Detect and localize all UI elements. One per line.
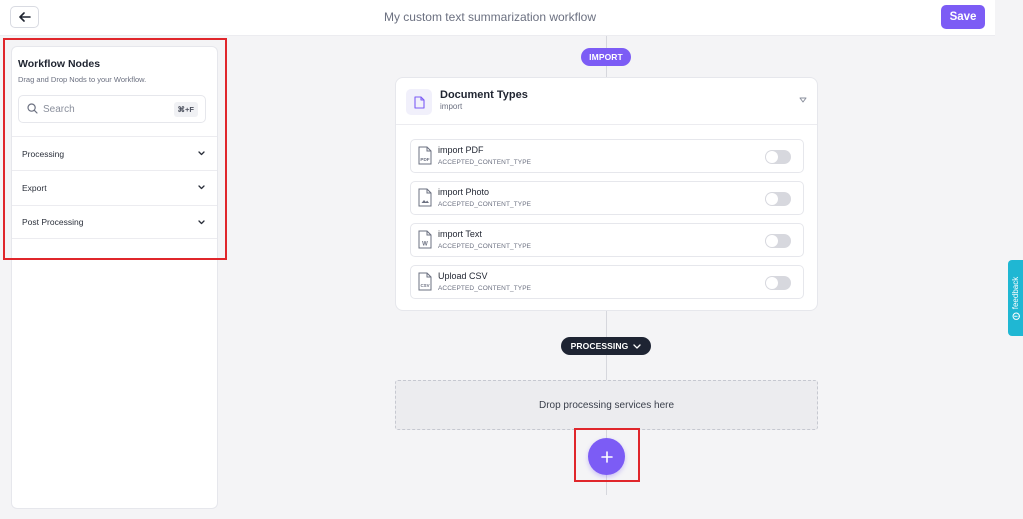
workflow-nodes-panel: Workflow Nodes Drag and Drop Nods to you… [11,46,218,509]
card-title: Document Types [440,89,528,101]
card-subtitle: import [440,102,463,111]
card-header[interactable]: Document Types import [396,78,817,125]
content-type-label: ACCEPTED_CONTENT_TYPE [438,201,532,208]
sidebar-item-export[interactable]: Export [12,170,217,204]
content-type-row-photo: import Photo ACCEPTED_CONTENT_TYPE [410,181,804,215]
content-type-row-text: W import Text ACCEPTED_CONTENT_TYPE [410,223,804,257]
toggle-knob [766,277,778,289]
connector-line [606,36,607,48]
search-input[interactable] [43,101,163,117]
dropzone-text: Drop processing services here [538,399,675,411]
toggle-knob [766,235,778,247]
content-type-row-csv: CSV Upload CSV ACCEPTED_CONTENT_TYPE [410,265,804,299]
content-type-name: import Photo [438,187,490,197]
sidebar-item-label: Processing [22,148,65,159]
toggle-knob [766,193,778,205]
chevron-down-icon [198,185,205,190]
pdf-toggle[interactable] [765,150,791,164]
search-shortcut-badge: ⌘+F [173,102,198,117]
connector-line [606,311,607,337]
text-toggle[interactable] [765,234,791,248]
connector-line [606,355,607,380]
panel-title: Workflow Nodes [18,58,101,70]
chevron-down-icon [198,151,205,156]
connector-line [606,475,607,495]
content-type-label: ACCEPTED_CONTENT_TYPE [438,243,532,250]
import-stage-badge: IMPORT [581,48,631,66]
image-file-icon [418,188,432,207]
chevron-down-icon [633,343,641,349]
word-icon-text: W [422,242,428,248]
csv-icon-text: CSV [420,283,429,288]
add-node-button[interactable] [588,438,625,475]
processing-stage-dropdown[interactable]: PROCESSING [561,337,651,355]
sidebar-item-post-processing[interactable]: Post Processing [12,205,217,239]
feedback-tab[interactable]: feedback [1008,260,1023,336]
content-type-row-pdf: PDF import PDF ACCEPTED_CONTENT_TYPE [410,139,804,173]
processing-label: PROCESSING [570,341,629,351]
processing-dropzone[interactable]: Drop processing services here [395,380,818,430]
content-type-label: ACCEPTED_CONTENT_TYPE [438,285,532,292]
triangle-down-icon[interactable] [799,97,807,103]
document-types-card: Document Types import PDF import PDF ACC… [395,77,818,311]
content-type-name: import PDF [438,145,484,155]
top-bar: My custom text summarization workflow Sa… [0,0,995,36]
document-icon-box [406,89,432,115]
pdf-file-icon: PDF [418,146,432,165]
sidebar-item-label: Post Processing [22,217,84,227]
sidebar-item-processing[interactable]: Processing [12,136,217,170]
workflow-title: My custom text summarization workflow [383,10,597,24]
content-type-name: import Text [438,229,482,239]
feedback-label: feedback [1011,276,1020,309]
search-box[interactable]: ⌘+F [18,95,206,123]
connector-line [606,430,607,438]
csv-file-icon: CSV [418,272,432,291]
csv-toggle[interactable] [765,276,791,290]
save-button[interactable]: Save [941,5,985,29]
search-icon [27,103,38,114]
plus-icon [600,450,613,463]
content-type-label: ACCEPTED_CONTENT_TYPE [438,159,532,166]
pdf-icon-text: PDF [420,157,429,162]
sidebar-item-label: Export [22,182,47,193]
word-file-icon: W [418,230,432,249]
document-icon [413,95,425,109]
content-type-name: Upload CSV [438,271,488,281]
panel-subtitle: Drag and Drop Nods to your Workflow. [18,75,147,84]
connector-line [606,66,607,77]
feedback-icon [1011,312,1020,320]
toggle-knob [766,151,778,163]
chevron-down-icon [198,219,205,224]
photo-toggle[interactable] [765,192,791,206]
